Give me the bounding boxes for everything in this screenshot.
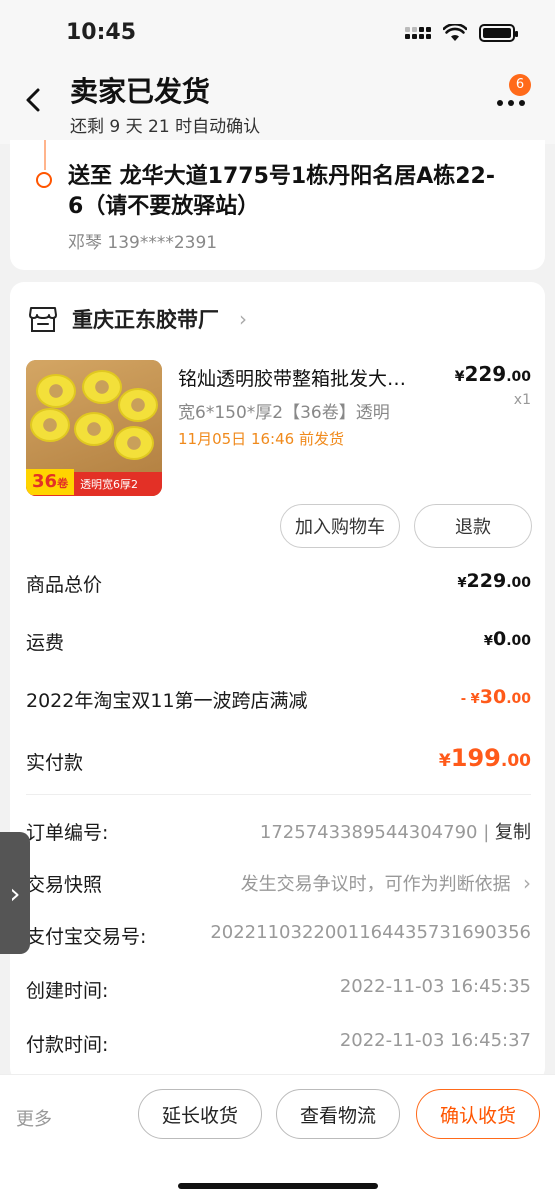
page-title: 卖家已发货 (70, 75, 211, 108)
order-number-value: 1725743389544304790 | 复制 (259, 822, 531, 843)
paid-dec: .00 (500, 751, 531, 771)
side-expand-tab[interactable]: › (0, 832, 30, 954)
message-badge: 6 (509, 74, 531, 96)
auto-confirm-countdown: 还剩 9 天 21 时自动确认 (70, 117, 261, 137)
price-currency: ¥ (454, 369, 465, 385)
chevron-right-icon: › (516, 871, 531, 895)
shipping-value: ¥0.00 (484, 628, 531, 650)
chevron-right-icon: › (9, 876, 21, 910)
shop-header[interactable]: 重庆正东胶带厂 › (28, 304, 247, 334)
extend-receipt-button[interactable]: 延长收货 (138, 1089, 262, 1139)
alipay-row: 支付宝交易号: 2022110322001164435731690356 (26, 922, 531, 952)
image-badge-spec: 透明宽6厚2 (80, 478, 139, 491)
paid-label: 实付款 (26, 752, 84, 774)
shipping-row: 运费 ¥0.00 (26, 628, 531, 658)
tape-roll-graphic (82, 370, 122, 404)
paid-int: 199 (450, 744, 501, 772)
discount-int: 30 (479, 686, 507, 708)
discount-prefix: - ¥ (460, 692, 480, 707)
order-number-row: 订单编号: 1725743389544304790 | 复制 (26, 818, 531, 848)
image-badge-count: 36 (32, 471, 58, 492)
section-divider (26, 794, 531, 795)
price-decimal: .00 (506, 369, 531, 385)
paid-value: ¥199.00 (439, 744, 531, 772)
view-logistics-button[interactable]: 查看物流 (276, 1089, 400, 1139)
snapshot-hint: 发生交易争议时，可作为判断依据 (240, 874, 511, 895)
created-time-value: 2022-11-03 16:45:35 (339, 976, 531, 997)
add-to-cart-button[interactable]: 加入购物车 (280, 504, 400, 548)
price-integer: 229 (464, 362, 507, 386)
order-card: 重庆正东胶带厂 › 36卷 透明宽6厚2 铭灿透明胶带整箱批发大… 宽6*150… (10, 282, 545, 1082)
discount-dec: .00 (506, 691, 531, 707)
created-time-row: 创建时间: 2022-11-03 16:45:35 (26, 976, 531, 1006)
goods-total-row: 商品总价 ¥229.00 (26, 570, 531, 600)
order-number: 1725743389544304790 (259, 822, 478, 843)
timeline-line (44, 140, 46, 170)
goods-total-value: ¥229.00 (457, 570, 531, 592)
goods-total-currency: ¥ (457, 576, 467, 591)
shipping-int: 0 (492, 628, 507, 650)
location-dot-icon (36, 172, 52, 188)
discount-row: 2022年淘宝双11第一波跨店满减 - ¥30.00 (26, 686, 531, 716)
product-image-badge: 36卷 透明宽6厚2 (26, 469, 162, 496)
ship-deadline: 11月05日 16:46 前发货 (178, 430, 344, 448)
image-badge-unit: 卷 (57, 477, 69, 490)
alipay-number: 2022110322001164435731690356 (210, 922, 531, 943)
tape-roll-graphic (74, 412, 114, 446)
goods-total-label: 商品总价 (26, 574, 103, 596)
more-link[interactable]: 更多 (16, 1105, 52, 1131)
wifi-icon (443, 24, 467, 41)
copy-button[interactable]: 复制 (495, 822, 531, 843)
chevron-right-icon: › (239, 307, 247, 331)
shop-icon (29, 307, 57, 332)
paid-time-label: 付款时间: (26, 1034, 109, 1056)
snapshot-value: 发生交易争议时，可作为判断依据 › (241, 870, 531, 896)
back-arrow-icon[interactable] (20, 80, 48, 120)
product-sku: 宽6*150*厚2【36卷】透明 (178, 403, 390, 423)
more-dots-icon (497, 100, 525, 106)
product-price: ¥229.00 (455, 362, 531, 386)
paid-time-value: 2022-11-03 16:45:37 (339, 1030, 531, 1051)
shipping-currency: ¥ (483, 634, 493, 649)
goods-total-int: 229 (466, 570, 507, 592)
page-header: 卖家已发货 还剩 9 天 21 时自动确认 6 (0, 66, 555, 144)
product-title[interactable]: 铭灿透明胶带整箱批发大… (178, 364, 442, 391)
more-menu-button[interactable]: 6 (495, 74, 535, 118)
product-quantity: x1 (513, 392, 531, 408)
goods-total-dec: .00 (506, 575, 531, 591)
tape-roll-graphic (36, 374, 76, 408)
snapshot-label: 交易快照 (26, 874, 103, 896)
status-time: 10:45 (66, 20, 137, 45)
created-time-label: 创建时间: (26, 980, 109, 1002)
refund-button[interactable]: 退款 (414, 504, 532, 548)
paid-time-row: 付款时间: 2022-11-03 16:45:37 (26, 1030, 531, 1060)
alipay-label: 支付宝交易号: (26, 926, 147, 948)
discount-value: - ¥30.00 (461, 686, 531, 708)
shipping-label: 运费 (26, 632, 65, 654)
paid-row: 实付款 ¥199.00 (26, 744, 531, 778)
tape-roll-graphic (118, 388, 158, 422)
shop-name[interactable]: 重庆正东胶带厂 (72, 304, 219, 334)
recipient-info: 邓琴 139****2391 (68, 233, 218, 253)
confirm-receipt-button[interactable]: 确认收货 (416, 1089, 540, 1139)
discount-label: 2022年淘宝双11第一波跨店满减 (26, 690, 308, 712)
status-bar: 10:45 (0, 0, 555, 66)
order-number-label: 订单编号: (26, 822, 109, 844)
tape-roll-graphic (30, 408, 70, 442)
battery-icon (479, 24, 518, 42)
bottom-action-bar: 更多 延长收货 查看物流 确认收货 (0, 1074, 555, 1200)
status-icons (405, 24, 518, 42)
paid-currency: ¥ (438, 751, 451, 771)
snapshot-row[interactable]: 交易快照 发生交易争议时，可作为判断依据 › (26, 870, 531, 900)
product-image[interactable]: 36卷 透明宽6厚2 (26, 360, 162, 496)
delivery-address: 送至 龙华大道1775号1栋丹阳名居A栋22-6（请不要放驿站） (68, 164, 495, 219)
tape-roll-graphic (114, 426, 154, 460)
home-indicator (178, 1183, 378, 1189)
shipping-dec: .00 (506, 633, 531, 649)
address-card: 送至 龙华大道1775号1栋丹阳名居A栋22-6（请不要放驿站） 邓琴 139*… (10, 140, 545, 270)
signal-icon (405, 27, 431, 39)
